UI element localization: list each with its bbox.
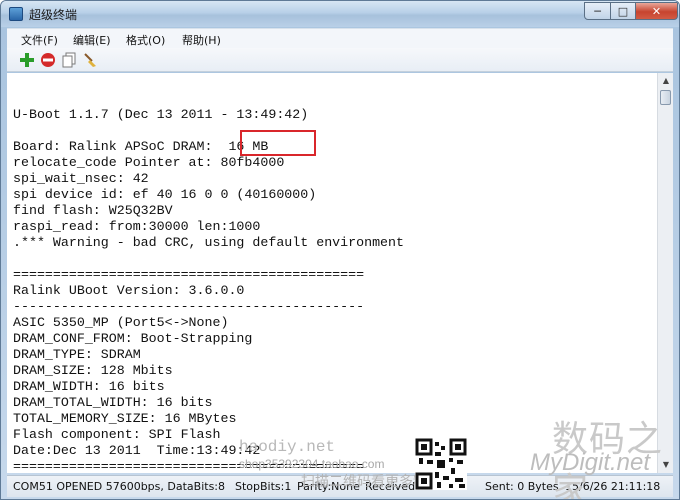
console-line: raspi_read: from:30000 len:1000 (13, 219, 261, 234)
copy-icon (62, 52, 76, 68)
status-port: COM51 OPENED 57600bps, DataBits:8 (13, 480, 226, 493)
copy-button[interactable] (61, 52, 77, 68)
console-line: Date:Dec 13 2011 Time:13:49:42 (13, 443, 261, 458)
console-line: Flash component: SPI Flash (13, 427, 221, 442)
window-title: 超级终端 (29, 8, 78, 22)
close-button[interactable]: ✕ (635, 2, 678, 20)
console-line: relocate_code Pointer at: 80fb4000 (13, 155, 285, 170)
console-line: spi device id: ef 40 16 0 0 (40160000) (13, 187, 317, 202)
scroll-thumb[interactable] (660, 90, 671, 105)
console-line: find flash: W25Q32BV (13, 203, 173, 218)
title-bar[interactable]: 超级终端 ─ □ ✕ (1, 1, 679, 27)
broom-icon (84, 53, 96, 67)
minimize-button[interactable]: ─ (584, 2, 611, 20)
console-line: TOTAL_MEMORY_SIZE: 16 MBytes (13, 411, 237, 426)
qr-code (415, 438, 467, 490)
status-sent: Sent: 0 Bytes (485, 480, 559, 493)
menu-help[interactable]: 帮助(H) (182, 32, 221, 48)
stop-button[interactable] (40, 52, 56, 68)
console-line: ----------------------------------------… (13, 299, 365, 314)
watermark-site: haodiy.net (239, 438, 336, 456)
terminal-window: 超级终端 ─ □ ✕ 文件(F) 编辑(E) 格式(O) 帮助(H) U-Boo… (0, 0, 680, 500)
console-line: DRAM_SIZE: 128 Mbits (13, 363, 173, 378)
qr-code-icon (415, 438, 467, 490)
console-line: DRAM_TOTAL_WIDTH: 16 bits (13, 395, 213, 410)
maximize-button[interactable]: □ (610, 2, 636, 20)
console-line: U-Boot 1.1.7 (Dec 13 2011 - 13:49:42) (13, 107, 309, 122)
add-icon (20, 53, 34, 67)
watermark-shop: shop35392304.taobao.com (239, 457, 385, 471)
scroll-up-icon[interactable]: ▲ (659, 73, 673, 88)
console-line: Ralink UBoot Version: 3.6.0.0 (13, 283, 245, 298)
console-line: ========================================… (13, 267, 365, 282)
console-line: ASIC 5350_MP (Port5<->None) (13, 315, 229, 330)
console-line: Board: Ralink APSoC DRAM: 16 MB (13, 139, 269, 154)
console-line: DRAM_CONF_FROM: Boot-Strapping (13, 331, 253, 346)
add-button[interactable] (19, 52, 35, 68)
stop-icon (41, 53, 55, 67)
dram-size-highlight (240, 130, 316, 156)
menu-format[interactable]: 格式(O) (126, 32, 165, 48)
console-line: spi_wait_nsec: 42 (13, 171, 149, 186)
toolbar (7, 48, 673, 72)
status-stopbits: StopBits:1 (235, 480, 292, 493)
console-line: DRAM_WIDTH: 16 bits (13, 379, 165, 394)
console-line: DRAM_TYPE: SDRAM (13, 347, 141, 362)
console-line: .*** Warning - bad CRC, using default en… (13, 235, 404, 250)
menu-bar: 文件(F) 编辑(E) 格式(O) 帮助(H) (7, 28, 673, 48)
menu-file[interactable]: 文件(F) (21, 32, 58, 48)
clear-button[interactable] (82, 52, 98, 68)
menu-edit[interactable]: 编辑(E) (73, 32, 111, 48)
app-icon (9, 7, 23, 21)
watermark-brand-en: MyDigit.net (530, 449, 651, 476)
